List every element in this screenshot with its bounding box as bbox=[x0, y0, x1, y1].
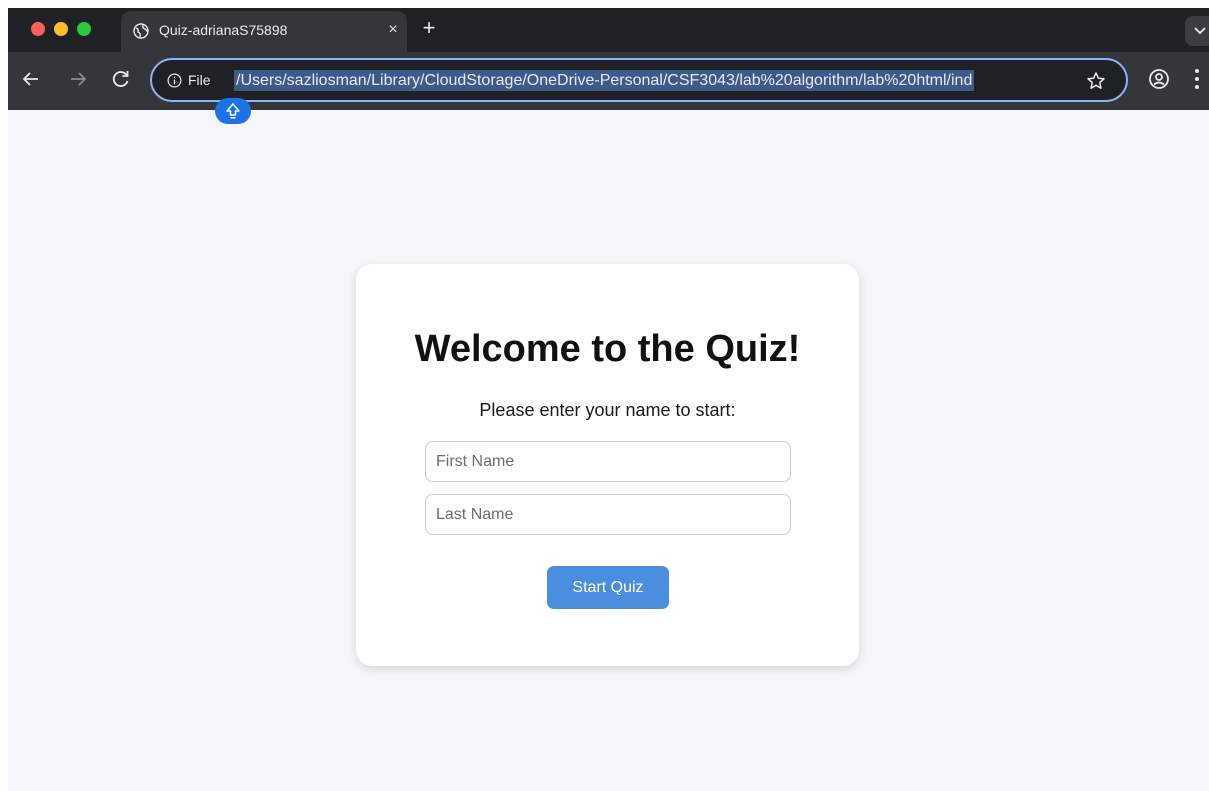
info-icon[interactable] bbox=[167, 73, 182, 88]
back-arrow-icon[interactable] bbox=[19, 67, 43, 91]
browser-window-chrome: Quiz-adrianaS75898 × + File /Users/sazli… bbox=[8, 8, 1209, 110]
window-zoom-button[interactable] bbox=[77, 22, 91, 36]
first-name-input[interactable] bbox=[425, 441, 791, 482]
shift-key-icon bbox=[226, 103, 240, 119]
start-quiz-button[interactable]: Start Quiz bbox=[547, 566, 669, 609]
new-tab-button[interactable]: + bbox=[418, 17, 440, 40]
globe-icon bbox=[133, 23, 149, 39]
last-name-input[interactable] bbox=[425, 494, 791, 535]
tab-title: Quiz-adrianaS75898 bbox=[159, 22, 288, 38]
address-bar[interactable]: File /Users/sazliosman/Library/CloudStor… bbox=[150, 58, 1128, 102]
browser-toolbar: File /Users/sazliosman/Library/CloudStor… bbox=[8, 52, 1209, 110]
chevron-down-icon bbox=[1194, 27, 1206, 35]
window-minimize-button[interactable] bbox=[54, 22, 68, 36]
quiz-card: Welcome to the Quiz! Please enter your n… bbox=[356, 264, 859, 666]
forward-arrow-icon[interactable] bbox=[66, 67, 90, 91]
site-info-label[interactable]: File bbox=[188, 72, 211, 88]
tab-close-icon[interactable]: × bbox=[383, 20, 403, 40]
menu-icon[interactable] bbox=[1194, 68, 1200, 90]
profile-icon[interactable] bbox=[1147, 67, 1171, 91]
star-icon[interactable] bbox=[1086, 71, 1106, 91]
tab-strip: Quiz-adrianaS75898 × + bbox=[8, 8, 1209, 52]
page-viewport: Welcome to the Quiz! Please enter your n… bbox=[8, 110, 1209, 791]
reload-icon[interactable] bbox=[109, 67, 133, 91]
browser-tab[interactable]: Quiz-adrianaS75898 × bbox=[121, 11, 407, 52]
tab-search-button[interactable] bbox=[1185, 16, 1209, 46]
quiz-title: Welcome to the Quiz! bbox=[414, 328, 801, 370]
window-close-button[interactable] bbox=[31, 22, 45, 36]
quiz-instructions: Please enter your name to start: bbox=[479, 400, 736, 420]
caps-lock-indicator bbox=[215, 98, 251, 124]
url-text[interactable]: /Users/sazliosman/Library/CloudStorage/O… bbox=[234, 70, 975, 91]
